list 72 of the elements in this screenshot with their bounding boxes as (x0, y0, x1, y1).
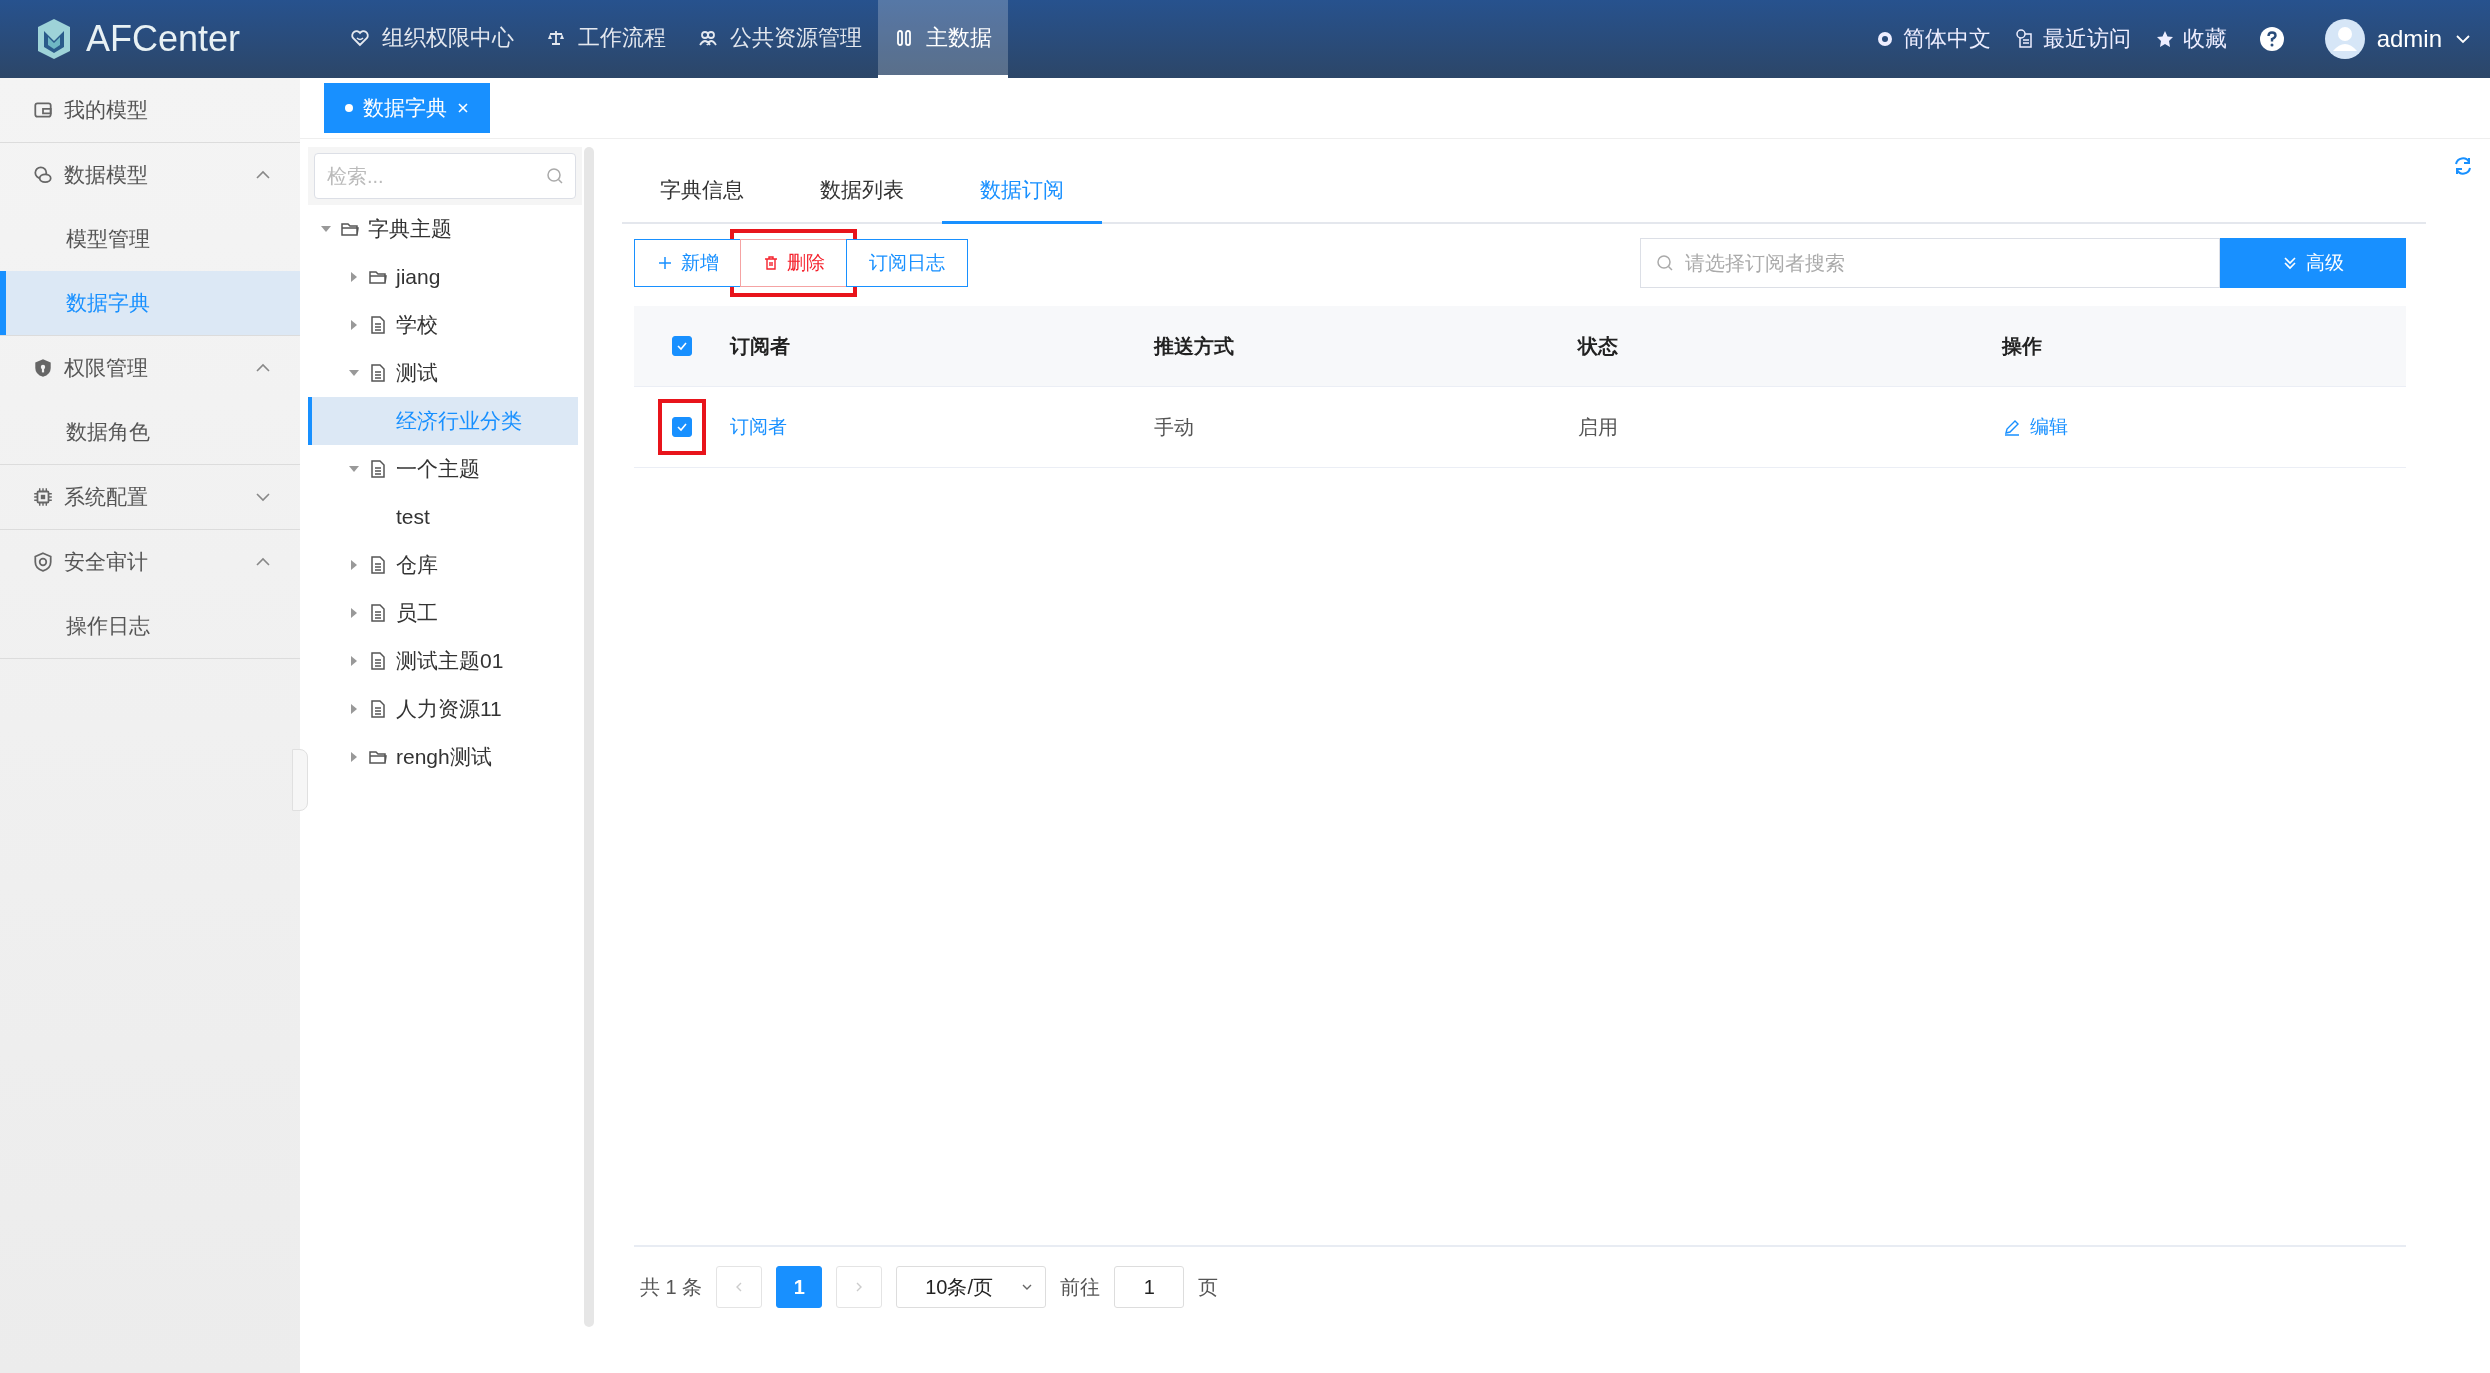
search-icon (546, 167, 564, 185)
total-count: 共 1 条 (640, 1274, 703, 1300)
nav-tab[interactable]: 公共资源管理 (682, 0, 878, 78)
column-header: 操作 (2002, 334, 2042, 357)
nav-tab[interactable]: 工作流程 (530, 0, 682, 78)
help-icon[interactable] (2258, 26, 2285, 52)
tree-node[interactable]: 测试主题01 (308, 637, 578, 685)
plus-icon (657, 255, 673, 271)
document-icon (368, 555, 388, 575)
tools-icon (894, 27, 914, 48)
coins-icon (32, 164, 54, 186)
header-link[interactable]: 收藏 (2142, 0, 2239, 78)
column-header: 推送方式 (1154, 334, 1234, 357)
header-link[interactable]: 最近访问 (2002, 0, 2143, 78)
menu-item[interactable]: 安全审计 (0, 530, 300, 594)
document-icon (368, 603, 388, 623)
page-suffix: 页 (1198, 1274, 1219, 1300)
menu-item[interactable]: 我的模型 (0, 78, 300, 142)
user-menu[interactable]: admin (2324, 0, 2490, 78)
subscriber-search-field[interactable]: 请选择订阅者搜索 (1640, 238, 2220, 288)
shield-icon (32, 357, 54, 379)
scrollbar[interactable] (584, 147, 594, 1327)
menu-item[interactable]: 数据模型 (0, 143, 300, 207)
document-icon (368, 363, 388, 383)
tree-node[interactable]: 一个主题 (308, 445, 578, 493)
row-checkbox[interactable] (672, 417, 692, 437)
search-icon (1656, 254, 1674, 272)
tree-node[interactable]: 人力资源11 (308, 685, 578, 733)
tree-node[interactable]: 仓库 (308, 541, 578, 589)
trash-icon (763, 255, 779, 271)
submenu-item[interactable]: 模型管理 (0, 207, 300, 271)
double-chevron-icon (2282, 255, 2298, 271)
tree-node[interactable]: 学校 (308, 301, 578, 349)
tree-node[interactable]: test (308, 493, 578, 541)
menu-item[interactable]: 系统配置 (0, 465, 300, 529)
heart-icon (350, 27, 370, 48)
column-header: 订阅者 (730, 334, 790, 357)
tree-node[interactable]: rengh测试 (308, 733, 578, 781)
chip-icon (32, 486, 54, 508)
tree-node[interactable]: jiang (308, 253, 578, 301)
tab[interactable]: 字典信息 (622, 159, 782, 224)
tab[interactable]: 数据列表 (782, 159, 942, 224)
delete-button[interactable]: 删除 (740, 239, 848, 287)
tree-node[interactable]: 员工 (308, 589, 578, 637)
tree-node[interactable]: 测试 (308, 349, 578, 397)
tree-search-field[interactable]: 检索... (314, 153, 576, 199)
goto-label: 前往 (1060, 1274, 1101, 1300)
table-cell: 启用 (1578, 415, 1618, 438)
close-icon[interactable] (457, 102, 469, 114)
tree-node[interactable]: 字典主题 (308, 205, 578, 253)
column-header: 状态 (1578, 334, 1618, 357)
document-icon (368, 459, 388, 479)
avatar-icon (2324, 19, 2365, 59)
menu-item[interactable]: 权限管理 (0, 336, 300, 400)
page-size-select[interactable]: 10条/页 (896, 1266, 1047, 1308)
document-icon (368, 651, 388, 671)
document-icon (368, 315, 388, 335)
clipboard-icon (2014, 29, 2035, 49)
page-number-field[interactable]: 1 (1114, 1266, 1185, 1308)
shield-icon (32, 551, 54, 573)
refresh-icon[interactable] (2452, 155, 2474, 177)
header-link[interactable]: 简体中文 (1862, 0, 2003, 78)
select-all-checkbox[interactable] (672, 336, 692, 356)
submenu-item[interactable]: 数据角色 (0, 400, 300, 464)
collapse-handle[interactable] (292, 749, 308, 811)
nav-tab[interactable]: 组织权限中心 (334, 0, 530, 78)
submenu-item[interactable]: 操作日志 (0, 594, 300, 658)
document-icon (368, 699, 388, 719)
dot-icon (345, 104, 353, 112)
table-cell: 手动 (1154, 415, 1194, 438)
nav-tab[interactable]: 主数据 (878, 0, 1008, 78)
app-logo-text: AFCenter (86, 18, 241, 60)
